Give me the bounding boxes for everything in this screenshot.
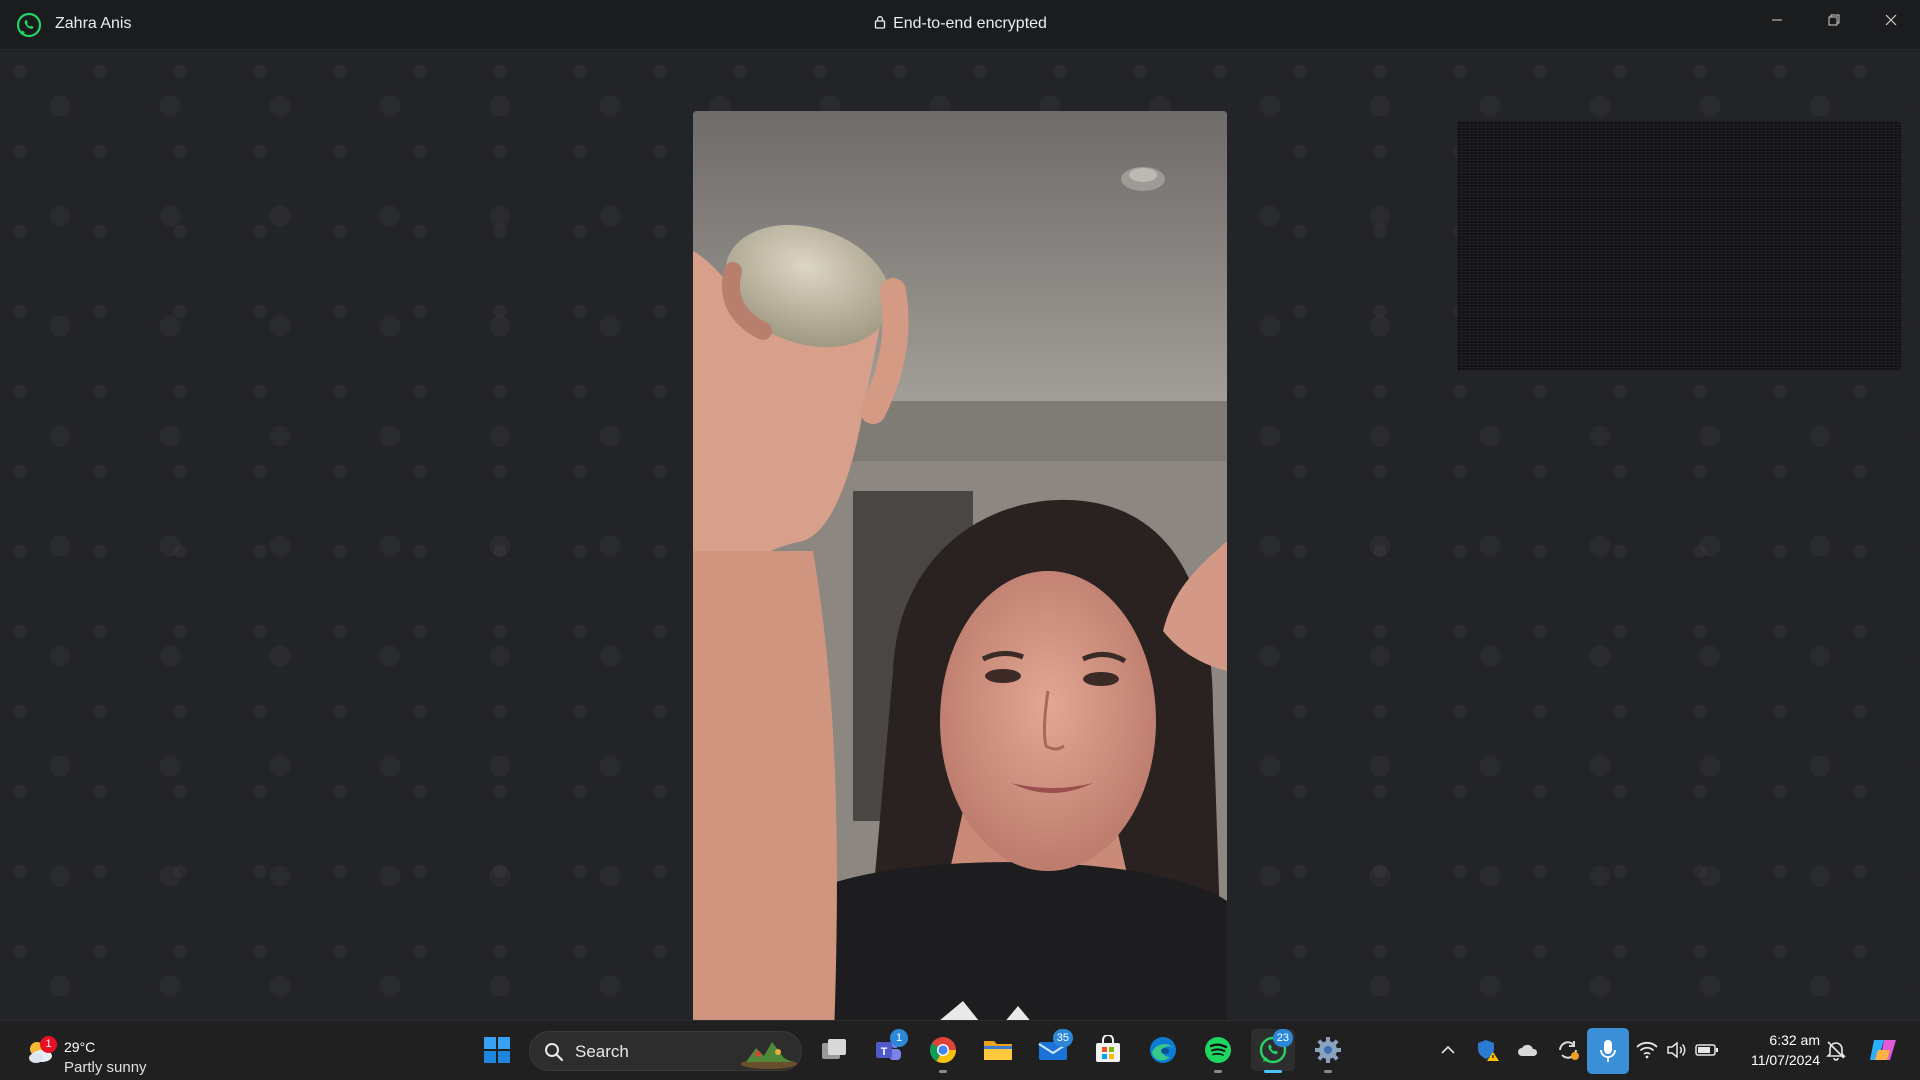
copilot-icon bbox=[1870, 1040, 1896, 1060]
volume-icon bbox=[1667, 1041, 1686, 1059]
self-video-preview[interactable] bbox=[1457, 121, 1901, 371]
teams-badge: 1 bbox=[890, 1029, 908, 1047]
taskbar-mail[interactable]: 35 bbox=[1031, 1029, 1075, 1071]
start-button[interactable] bbox=[475, 1029, 519, 1071]
edge-icon bbox=[1150, 1037, 1176, 1063]
lock-icon bbox=[874, 16, 886, 29]
tray-sync[interactable] bbox=[1554, 1034, 1582, 1066]
remote-video-feed[interactable] bbox=[693, 111, 1227, 1061]
search-icon bbox=[545, 1043, 564, 1062]
restore-button[interactable] bbox=[1806, 0, 1862, 40]
windows-start-icon bbox=[484, 1037, 510, 1063]
weather-temperature: 29°C bbox=[64, 1039, 96, 1055]
microphone-icon bbox=[1600, 1040, 1616, 1062]
taskbar-store[interactable] bbox=[1086, 1029, 1130, 1071]
running-indicator bbox=[1324, 1070, 1332, 1073]
call-area bbox=[0, 51, 1920, 1061]
show-hidden-icons-button[interactable] bbox=[1434, 1034, 1462, 1066]
tray-copilot[interactable] bbox=[1866, 1034, 1902, 1066]
mail-badge: 35 bbox=[1052, 1029, 1073, 1047]
encryption-label: End-to-end encrypted bbox=[893, 15, 1047, 32]
taskbar-file-explorer[interactable] bbox=[976, 1029, 1020, 1071]
taskbar-chrome[interactable] bbox=[921, 1029, 965, 1073]
taskbar-clock[interactable]: 6:32 am 11/07/2024 bbox=[1730, 1030, 1820, 1070]
taskbar-settings[interactable] bbox=[1306, 1029, 1350, 1073]
running-indicator bbox=[1214, 1070, 1222, 1073]
tray-battery[interactable] bbox=[1693, 1034, 1721, 1066]
whatsapp-badge: 23 bbox=[1272, 1029, 1293, 1047]
minimize-icon bbox=[1772, 19, 1782, 21]
task-view-icon bbox=[822, 1039, 846, 1059]
close-icon bbox=[1885, 14, 1897, 26]
weather-condition: Partly sunny bbox=[64, 1059, 147, 1076]
tray-security[interactable] bbox=[1474, 1034, 1502, 1066]
microphone-in-use-button[interactable] bbox=[1587, 1028, 1629, 1074]
svg-text:T: T bbox=[881, 1046, 888, 1058]
running-indicator bbox=[939, 1070, 947, 1073]
active-indicator bbox=[1264, 1070, 1282, 1073]
weather-alert-badge: 1 bbox=[40, 1036, 57, 1053]
search-label: Search bbox=[575, 1042, 629, 1061]
title-bar: Zahra Anis End-to-end encrypted bbox=[0, 0, 1920, 50]
tray-notifications[interactable] bbox=[1822, 1034, 1850, 1066]
sync-icon bbox=[1559, 1041, 1579, 1060]
taskbar-whatsapp[interactable]: 23 bbox=[1251, 1029, 1295, 1073]
taskbar-search[interactable]: Search bbox=[529, 1031, 802, 1071]
cloud-icon bbox=[1518, 1044, 1538, 1056]
weather-widget[interactable]: 1 29°C Partly sunny bbox=[22, 1029, 182, 1076]
remote-video-image bbox=[693, 111, 1227, 1061]
settings-icon bbox=[1315, 1037, 1341, 1063]
taskbar-task-view[interactable] bbox=[812, 1029, 856, 1071]
encryption-status: End-to-end encrypted bbox=[0, 15, 1920, 33]
spotify-icon bbox=[1205, 1037, 1231, 1063]
restore-icon bbox=[1828, 14, 1840, 26]
tray-volume[interactable] bbox=[1663, 1034, 1691, 1066]
chrome-icon bbox=[929, 1037, 957, 1064]
clock-time: 6:32 am bbox=[1769, 1032, 1820, 1048]
clock-date: 11/07/2024 bbox=[1750, 1052, 1820, 1068]
close-button[interactable] bbox=[1863, 0, 1919, 40]
taskbar-spotify[interactable] bbox=[1196, 1029, 1240, 1073]
wifi-icon bbox=[1636, 1041, 1658, 1059]
battery-icon bbox=[1695, 1044, 1718, 1056]
folder-icon bbox=[984, 1041, 1012, 1060]
minimize-button[interactable] bbox=[1749, 0, 1805, 40]
taskbar-teams[interactable]: T 1 bbox=[866, 1029, 910, 1071]
tray-wifi[interactable] bbox=[1633, 1034, 1661, 1066]
store-icon bbox=[1096, 1035, 1120, 1062]
notification-bell-icon bbox=[1826, 1041, 1846, 1061]
chevron-up-icon bbox=[1441, 1045, 1455, 1054]
search-highlight-art bbox=[741, 1042, 797, 1069]
tray-onedrive[interactable] bbox=[1514, 1034, 1542, 1066]
taskbar-edge[interactable] bbox=[1141, 1029, 1185, 1071]
defender-warning-icon bbox=[1478, 1040, 1499, 1061]
